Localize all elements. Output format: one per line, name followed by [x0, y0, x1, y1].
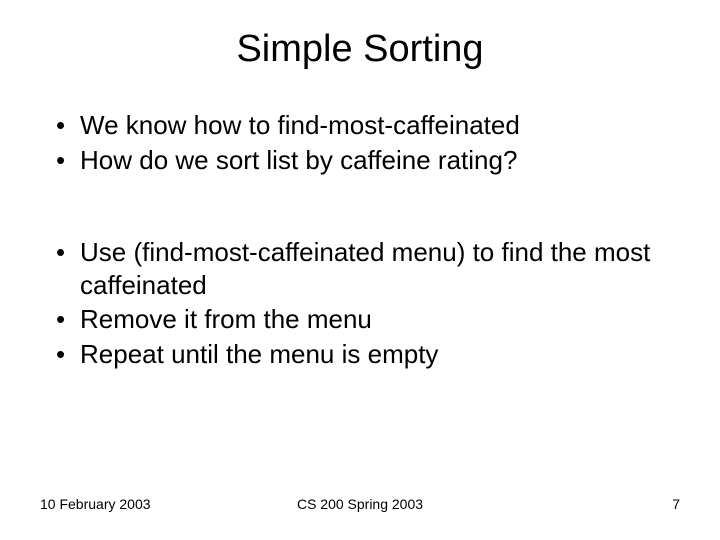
footer-date: 10 February 2003: [40, 496, 151, 512]
slide-content: We know how to find-most-caffeinated How…: [40, 109, 680, 540]
footer-page-number: 7: [672, 496, 680, 512]
bullet-list-bottom: Use (find-most-caffeinated menu) to find…: [40, 236, 680, 370]
list-item: Use (find-most-caffeinated menu) to find…: [56, 236, 680, 301]
spacer: [40, 178, 680, 236]
list-item: Remove it from the menu: [56, 303, 680, 336]
slide: Simple Sorting We know how to find-most-…: [0, 0, 720, 540]
slide-title: Simple Sorting: [40, 28, 680, 71]
slide-footer: 10 February 2003 CS 200 Spring 2003 7: [0, 496, 720, 512]
bullet-list-top: We know how to find-most-caffeinated How…: [40, 109, 680, 176]
list-item: We know how to find-most-caffeinated: [56, 109, 680, 142]
list-item: How do we sort list by caffeine rating?: [56, 144, 680, 177]
list-item: Repeat until the menu is empty: [56, 338, 680, 371]
footer-course: CS 200 Spring 2003: [297, 496, 423, 512]
